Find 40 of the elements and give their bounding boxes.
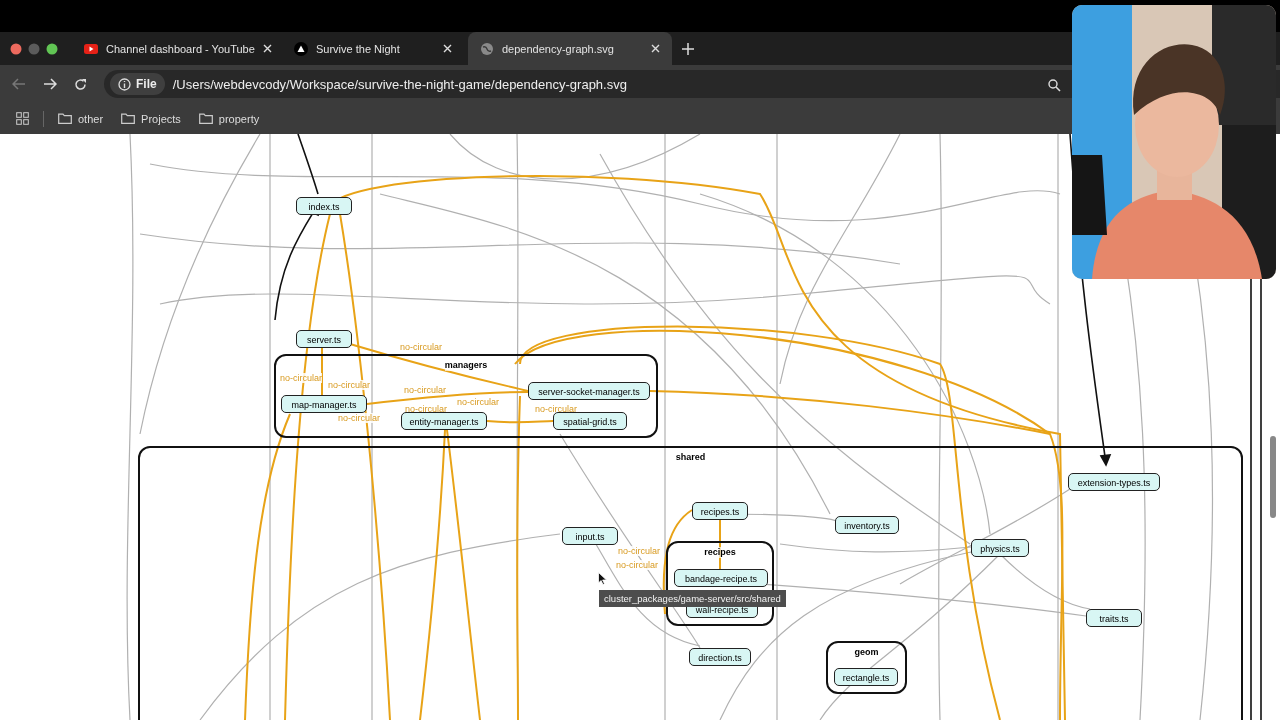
edge-label: no-circular	[338, 413, 380, 423]
bookmark-folder[interactable]: other	[58, 112, 104, 125]
address-field[interactable]: /Users/webdevcody/Workspace/survive-the-night-game/dependency-graph.svg	[172, 76, 627, 92]
tab-title: dependency-graph.svg	[502, 42, 615, 55]
edge-label: no-circular	[400, 342, 442, 352]
graph-node[interactable]: entity-manager.ts	[401, 412, 487, 430]
graph-node[interactable]: bandage-recipe.ts	[674, 569, 768, 587]
graph-node[interactable]: map-manager.ts	[281, 395, 367, 413]
graph-node[interactable]: input.ts	[562, 527, 618, 545]
bookmark-folder[interactable]: Projects	[121, 112, 181, 125]
graph-node[interactable]: physics.ts	[971, 539, 1029, 557]
graph-node[interactable]: server-socket-manager.ts	[528, 382, 650, 400]
graph-node[interactable]: inventory.ts	[835, 516, 899, 534]
edge-label: no-circular	[616, 560, 658, 570]
graph-node[interactable]: server.ts	[296, 330, 352, 348]
scheme-label: File	[136, 77, 157, 91]
bookmark-folder[interactable]: property	[198, 112, 260, 125]
browser-tab[interactable]: dependency-graph.svg	[468, 32, 672, 65]
edge-label: no-circular	[280, 373, 322, 383]
graph-node[interactable]: recipes.ts	[692, 502, 748, 520]
graph-node[interactable]: extension-types.ts	[1068, 473, 1160, 491]
site-info-chip[interactable]: File	[110, 73, 165, 95]
tab-title: Channel dashboard - YouTube	[106, 42, 255, 55]
tab-title: Survive the Night	[316, 42, 401, 55]
edge-label: no-circular	[328, 380, 370, 390]
cluster-label: managers	[444, 360, 488, 371]
edge-label: no-circular	[457, 397, 499, 407]
browser-tab[interactable]: Channel dashboard - YouTube	[72, 32, 282, 65]
edge-label: no-circular	[404, 385, 446, 395]
graph-node[interactable]: index.ts	[296, 197, 352, 215]
cluster-label: geom	[854, 647, 879, 658]
cluster-label: recipes	[704, 547, 736, 558]
edge-label: no-circular	[618, 546, 660, 556]
graph-node[interactable]: direction.ts	[689, 648, 751, 666]
graph-node[interactable]: spatial-grid.ts	[553, 412, 627, 430]
tooltip: cluster_packages/game-server/src/shared	[599, 590, 786, 607]
browser-tab[interactable]: Survive the Night	[282, 32, 464, 65]
graph-node[interactable]: rectangle.ts	[834, 668, 898, 686]
graph-node[interactable]: traits.ts	[1086, 609, 1142, 627]
cluster-label: shared	[675, 452, 706, 463]
